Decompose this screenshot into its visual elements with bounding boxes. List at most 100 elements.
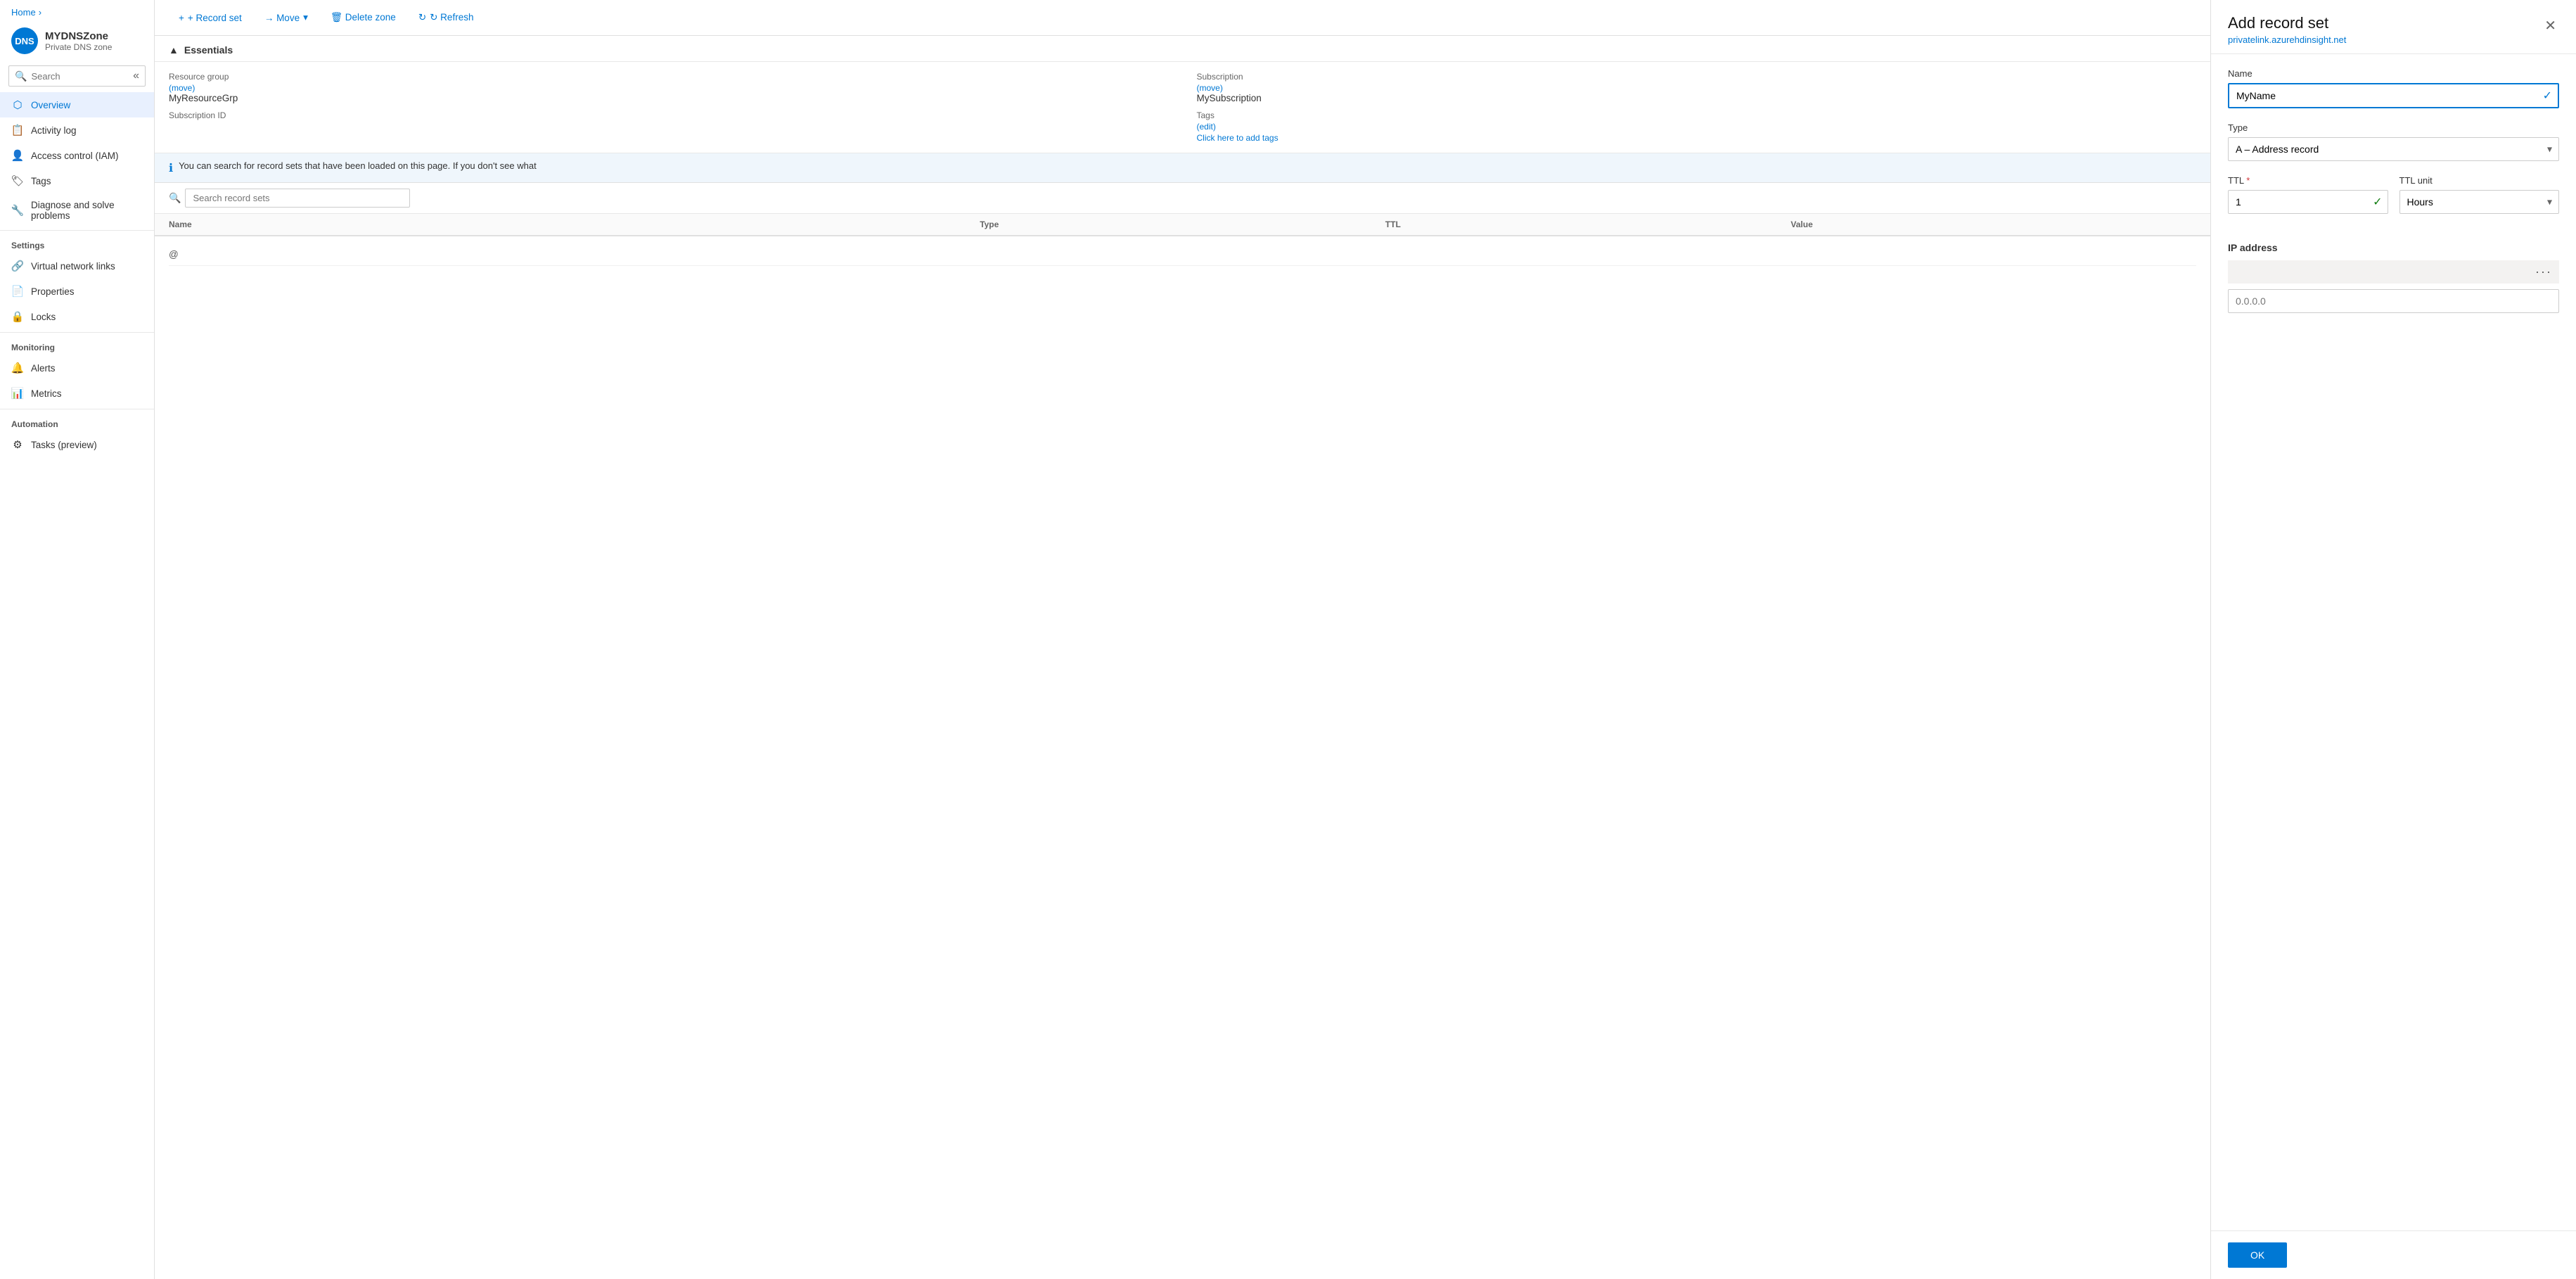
row-name: @ bbox=[169, 249, 179, 260]
type-select-wrapper: A – Address record AAAA – IPv6 address r… bbox=[2228, 137, 2559, 161]
automation-section-label: Automation bbox=[0, 409, 154, 432]
tags-add-link[interactable]: Click here to add tags bbox=[1197, 133, 1279, 143]
sidebar-item-iam[interactable]: 👤 Access control (IAM) bbox=[0, 143, 154, 168]
col-type: Type bbox=[980, 219, 1385, 229]
home-link[interactable]: Home bbox=[11, 7, 36, 18]
sidebar-item-label: Overview bbox=[31, 100, 70, 110]
move-label: → Move bbox=[264, 13, 300, 23]
settings-section-label: Settings bbox=[0, 230, 154, 253]
tasks-icon: ⚙ bbox=[11, 438, 24, 451]
tags-edit-link[interactable]: (edit) bbox=[1197, 122, 1216, 132]
col-value: Value bbox=[1790, 219, 2196, 229]
record-search-wrapper: 🔍 bbox=[155, 183, 2210, 214]
resource-group-value: MyResourceGrp bbox=[169, 93, 1169, 103]
locks-icon: 🔒 bbox=[11, 310, 24, 323]
name-label: Name bbox=[2228, 68, 2559, 79]
search-icon: 🔍 bbox=[15, 70, 27, 82]
ttl-checkmark-icon: ✓ bbox=[2373, 195, 2382, 209]
resource-group-label: Resource group bbox=[169, 72, 1169, 82]
refresh-button[interactable]: ↻ ↻ Refresh bbox=[409, 7, 484, 28]
tags-label: Tags bbox=[1197, 110, 2197, 120]
resource-group-move-link[interactable]: (move) bbox=[169, 83, 195, 93]
record-search-input[interactable] bbox=[185, 189, 410, 208]
ip-toolbar-more-icon[interactable]: ··· bbox=[2535, 265, 2552, 279]
collapse-icon: ▲ bbox=[169, 44, 179, 56]
sidebar-item-tags[interactable]: 🏷 Tags bbox=[0, 168, 154, 193]
sidebar-item-label: Metrics bbox=[31, 388, 62, 399]
overview-icon: ⬡ bbox=[11, 98, 24, 111]
subscription-label: Subscription bbox=[1197, 72, 2197, 82]
sidebar-item-label: Activity log bbox=[31, 125, 77, 136]
sidebar-item-overview[interactable]: ⬡ Overview bbox=[0, 92, 154, 117]
sidebar-item-locks[interactable]: 🔒 Locks bbox=[0, 304, 154, 329]
info-icon: ℹ bbox=[169, 161, 173, 175]
record-set-button[interactable]: + + Record set bbox=[169, 8, 252, 28]
table-row[interactable]: @ bbox=[169, 243, 2196, 266]
record-set-label: + Record set bbox=[188, 13, 242, 23]
sidebar-item-label: Tasks (preview) bbox=[31, 440, 97, 450]
ttl-input[interactable] bbox=[2228, 190, 2388, 214]
right-panel: Add record set privatelink.azurehdinsigh… bbox=[2210, 0, 2576, 1279]
subscription-item: Subscription (move) MySubscription bbox=[1197, 72, 2197, 103]
collapse-button[interactable]: « bbox=[133, 70, 139, 82]
metrics-icon: 📊 bbox=[11, 387, 24, 400]
breadcrumb[interactable]: Home › bbox=[0, 0, 154, 20]
sidebar-item-label: Properties bbox=[31, 286, 75, 297]
ttl-unit-select[interactable]: Seconds Minutes Hours Days bbox=[2399, 190, 2560, 214]
sidebar-item-tasks[interactable]: ⚙ Tasks (preview) bbox=[0, 432, 154, 457]
panel-close-button[interactable]: ✕ bbox=[2542, 14, 2559, 37]
search-input[interactable] bbox=[31, 71, 129, 82]
panel-header: Add record set privatelink.azurehdinsigh… bbox=[2211, 0, 2576, 54]
sidebar-item-label: Alerts bbox=[31, 363, 56, 374]
subscription-value: MySubscription bbox=[1197, 93, 2197, 103]
delete-zone-button[interactable]: 🗑 Delete zone bbox=[321, 7, 406, 28]
essentials-label: Essentials bbox=[184, 44, 233, 56]
diagnose-icon: 🔧 bbox=[11, 204, 24, 217]
ttl-input-wrapper: ✓ bbox=[2228, 190, 2388, 214]
name-checkmark-icon: ✓ bbox=[2543, 89, 2552, 103]
sidebar-item-label: Access control (IAM) bbox=[31, 151, 119, 161]
panel-footer: OK bbox=[2211, 1230, 2576, 1279]
toolbar: + + Record set → Move ▾ 🗑 Delete zone ↻ … bbox=[155, 0, 2210, 36]
tags-icon: 🏷 bbox=[11, 174, 24, 187]
avatar: DNS bbox=[11, 27, 38, 54]
sidebar-item-metrics[interactable]: 📊 Metrics bbox=[0, 381, 154, 406]
tags-item: Tags (edit) Click here to add tags bbox=[1197, 110, 2197, 143]
type-field-group: Type A – Address record AAAA – IPv6 addr… bbox=[2228, 122, 2559, 161]
table-body: @ bbox=[155, 236, 2210, 273]
ttl-unit-col: TTL unit Seconds Minutes Hours Days ▾ bbox=[2399, 175, 2560, 228]
sidebar-item-activity-log[interactable]: 📋 Activity log bbox=[0, 117, 154, 143]
ok-button[interactable]: OK bbox=[2228, 1242, 2287, 1268]
name-input-wrapper: ✓ bbox=[2228, 83, 2559, 108]
move-button[interactable]: → Move ▾ bbox=[255, 7, 318, 28]
info-text: You can search for record sets that have… bbox=[179, 160, 537, 171]
refresh-label: ↻ Refresh bbox=[430, 12, 473, 23]
chevron-down-icon: ▾ bbox=[303, 12, 308, 23]
activity-log-icon: 📋 bbox=[11, 124, 24, 136]
ip-address-group: IP address ··· bbox=[2228, 242, 2559, 313]
resource-title: MYDNSZone bbox=[45, 30, 112, 42]
name-input[interactable] bbox=[2228, 83, 2559, 108]
ip-address-input[interactable] bbox=[2228, 289, 2559, 313]
essentials-header[interactable]: ▲ Essentials bbox=[155, 36, 2210, 62]
sidebar-item-alerts[interactable]: 🔔 Alerts bbox=[0, 355, 154, 381]
ip-toolbar: ··· bbox=[2228, 260, 2559, 284]
sidebar-item-label: Tags bbox=[31, 176, 51, 186]
main-content: + + Record set → Move ▾ 🗑 Delete zone ↻ … bbox=[155, 0, 2210, 1279]
panel-title: Add record set bbox=[2228, 14, 2346, 32]
sidebar: Home › DNS MYDNSZone Private DNS zone 🔍 … bbox=[0, 0, 155, 1279]
table-header: Name Type TTL Value bbox=[155, 214, 2210, 236]
subscription-id-item: Subscription ID bbox=[169, 110, 1169, 143]
sidebar-item-diagnose[interactable]: 🔧 Diagnose and solve problems bbox=[0, 193, 154, 227]
type-select[interactable]: A – Address record AAAA – IPv6 address r… bbox=[2228, 137, 2559, 161]
properties-icon: 📄 bbox=[11, 285, 24, 298]
add-icon: + bbox=[179, 13, 184, 23]
ttl-required: * bbox=[2246, 175, 2250, 186]
ttl-unit-label: TTL unit bbox=[2399, 175, 2560, 186]
col-ttl: TTL bbox=[1385, 219, 1791, 229]
sidebar-header: DNS MYDNSZone Private DNS zone bbox=[0, 20, 154, 60]
subscription-move-link[interactable]: (move) bbox=[1197, 83, 1223, 93]
sidebar-item-virtual-network-links[interactable]: 🔗 Virtual network links bbox=[0, 253, 154, 279]
subscription-id-label: Subscription ID bbox=[169, 110, 1169, 120]
sidebar-item-properties[interactable]: 📄 Properties bbox=[0, 279, 154, 304]
